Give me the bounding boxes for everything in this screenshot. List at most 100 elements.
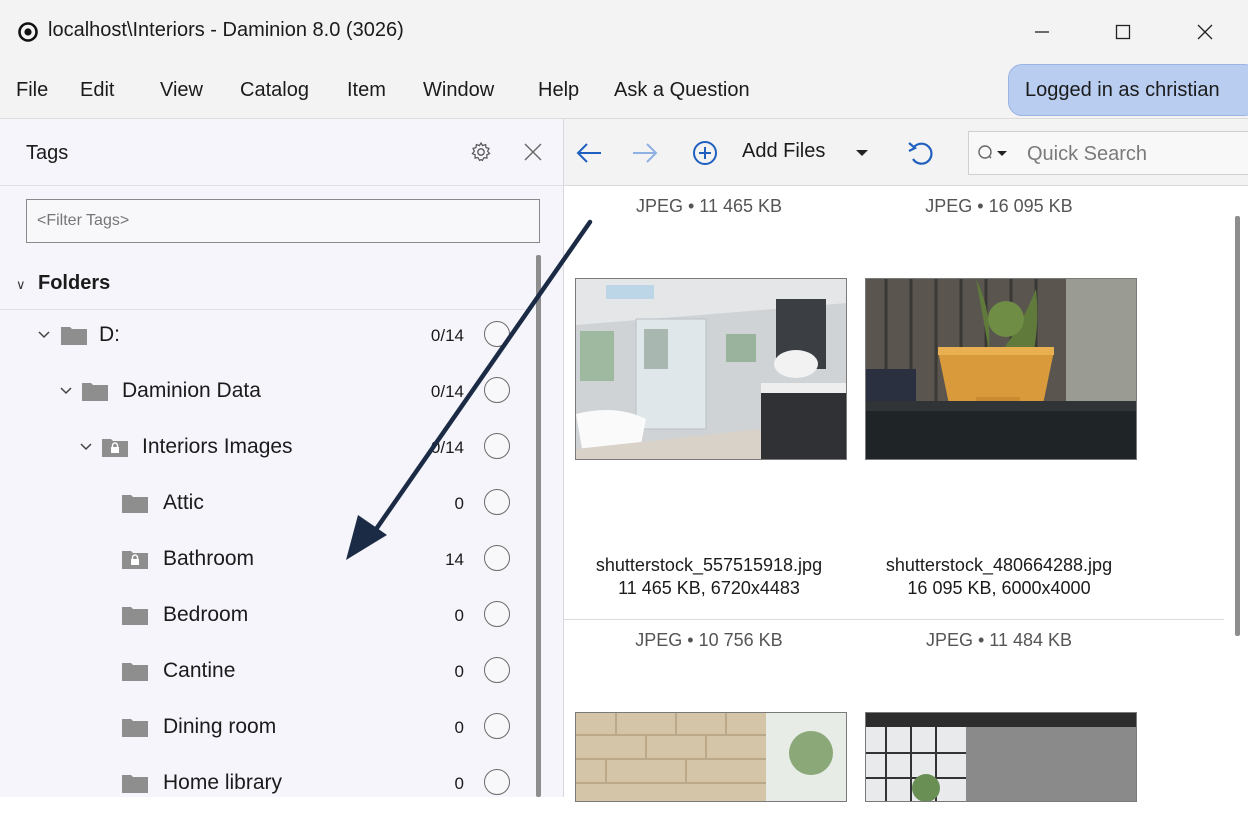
tree-row-bathroom[interactable]: Bathroom 14 <box>0 533 528 589</box>
close-icon <box>1197 24 1213 40</box>
folder-icon <box>122 495 148 513</box>
tree-select-radio[interactable] <box>484 321 510 347</box>
tree-select-radio[interactable] <box>484 377 510 403</box>
tree-count: 0 <box>454 662 464 681</box>
item-format-size: JPEG • 11 484 KB <box>925 630 1073 650</box>
quick-search-input[interactable]: Quick Search <box>1027 143 1147 166</box>
minimize-button[interactable] <box>1012 12 1072 52</box>
menu-help[interactable]: Help <box>538 79 579 102</box>
maximize-icon <box>1115 24 1131 40</box>
tree-row-daminion-data[interactable]: Daminion Data 0/14 <box>0 365 528 421</box>
thumbnail-wooden-tub-image[interactable] <box>865 278 1137 460</box>
thumbnail-bathroom-image[interactable] <box>575 278 847 460</box>
search-icon[interactable] <box>977 143 1011 165</box>
tree-row-interiors-images[interactable]: Interiors Images 0/14 <box>0 421 528 477</box>
tree-label: Attic <box>163 491 204 514</box>
thumbnail-image <box>866 279 1136 459</box>
folder-icon <box>122 607 148 625</box>
tree-select-radio[interactable] <box>484 713 510 739</box>
tree-select-radio[interactable] <box>484 545 510 571</box>
folders-label: Folders <box>38 272 111 294</box>
tree-select-radio[interactable] <box>484 433 510 459</box>
tree-count: 0 <box>454 774 464 793</box>
menu-edit[interactable]: Edit <box>80 79 114 102</box>
item-filename[interactable]: shutterstock_480664288.jpg <box>854 554 1144 577</box>
login-status-button[interactable]: Logged in as christian <box>1008 64 1248 116</box>
gear-icon[interactable] <box>470 141 492 163</box>
minimize-icon <box>1035 31 1049 33</box>
tree-count: 0/14 <box>430 326 464 345</box>
thumbnail-grid: JPEG • 11 465 KB JPEG • 16 095 KB shutte… <box>564 186 1248 802</box>
item-format-size: JPEG • 16 095 KB <box>925 196 1073 216</box>
menu-view[interactable]: View <box>160 79 203 102</box>
caret-down-icon[interactable] <box>854 139 870 167</box>
tags-panel: Tags ∨ Folders D: 0/14 Daminion Data 0/1… <box>0 119 564 797</box>
quick-search-box[interactable]: Quick Search <box>968 131 1248 175</box>
item-format-size: JPEG • 11 465 KB <box>635 196 783 216</box>
tree-select-radio[interactable] <box>484 769 510 795</box>
tree-count: 0 <box>454 494 464 513</box>
row-divider <box>564 619 1224 620</box>
undo-icon[interactable] <box>906 139 936 167</box>
forward-arrow-icon[interactable] <box>630 139 660 167</box>
tree-count: 0/14 <box>430 382 464 401</box>
tree-label: Cantine <box>163 659 236 682</box>
item-filename[interactable]: shutterstock_557515918.jpg <box>564 554 854 577</box>
folder-icon <box>122 719 148 737</box>
thumbnail-image <box>866 713 1136 801</box>
item-details: 16 095 KB, 6000x4000 <box>907 578 1091 598</box>
add-files-button[interactable]: Add Files <box>742 140 825 163</box>
tree-scrollbar[interactable] <box>536 255 541 797</box>
thumbnail-stone-wall-image[interactable] <box>575 712 847 802</box>
chevron-down-icon[interactable] <box>78 439 94 455</box>
tree-select-radio[interactable] <box>484 601 510 627</box>
window-title: localhost\Interiors - Daminion 8.0 (3026… <box>48 19 404 41</box>
close-button[interactable] <box>1175 12 1235 52</box>
tree-select-radio[interactable] <box>484 489 510 515</box>
tree-count: 0/14 <box>430 438 464 457</box>
tree-label: D: <box>99 323 120 346</box>
menu-ask-a-question[interactable]: Ask a Question <box>614 79 750 102</box>
tree-label: Interiors Images <box>142 435 293 458</box>
chevron-down-icon: ∨ <box>16 277 26 292</box>
grid-scrollbar[interactable] <box>1235 216 1240 636</box>
tree-label: Bathroom <box>163 547 255 570</box>
panel-title: Tags <box>26 142 69 164</box>
chevron-down-icon[interactable] <box>36 327 52 343</box>
folder-icon <box>61 327 87 345</box>
filter-tags-input[interactable] <box>26 199 540 243</box>
thumbnail-image <box>576 713 846 801</box>
title-bar: localhost\Interiors - Daminion 8.0 (3026… <box>0 0 1248 62</box>
menu-item[interactable]: Item <box>347 79 386 102</box>
thumbnail-loft-image[interactable] <box>865 712 1137 802</box>
tags-panel-header: Tags <box>0 119 563 186</box>
menu-window[interactable]: Window <box>423 79 494 102</box>
tree-row-d[interactable]: D: 0/14 <box>0 309 528 365</box>
menu-catalog[interactable]: Catalog <box>240 79 309 102</box>
maximize-button[interactable] <box>1093 12 1153 52</box>
tree-select-radio[interactable] <box>484 657 510 683</box>
add-circle-icon[interactable] <box>690 139 720 167</box>
close-panel-icon[interactable] <box>522 141 544 163</box>
folder-icon <box>82 383 108 401</box>
folders-section-header[interactable]: ∨ Folders <box>0 255 528 310</box>
thumbnail-image <box>576 279 846 459</box>
tree-row-dining-room[interactable]: Dining room 0 <box>0 701 528 757</box>
tree-row-attic[interactable]: Attic 0 <box>0 477 528 533</box>
tree-row-home-library[interactable]: Home library 0 <box>0 757 528 813</box>
folder-icon <box>122 775 148 793</box>
tree-label: Bedroom <box>163 603 249 626</box>
tree-count: 0 <box>454 718 464 737</box>
tree-count: 14 <box>445 550 464 569</box>
chevron-down-icon[interactable] <box>58 383 74 399</box>
daminion-logo-icon <box>18 22 38 42</box>
tree-label: Dining room <box>163 715 277 738</box>
item-format-size: JPEG • 10 756 KB <box>635 630 783 650</box>
back-arrow-icon[interactable] <box>574 139 604 167</box>
locked-folder-icon <box>122 551 148 569</box>
locked-folder-icon <box>102 439 128 457</box>
menu-file[interactable]: File <box>16 79 48 102</box>
tree-row-bedroom[interactable]: Bedroom 0 <box>0 589 528 645</box>
tree-row-cantine[interactable]: Cantine 0 <box>0 645 528 701</box>
item-details: 11 465 KB, 6720x4483 <box>618 578 800 598</box>
